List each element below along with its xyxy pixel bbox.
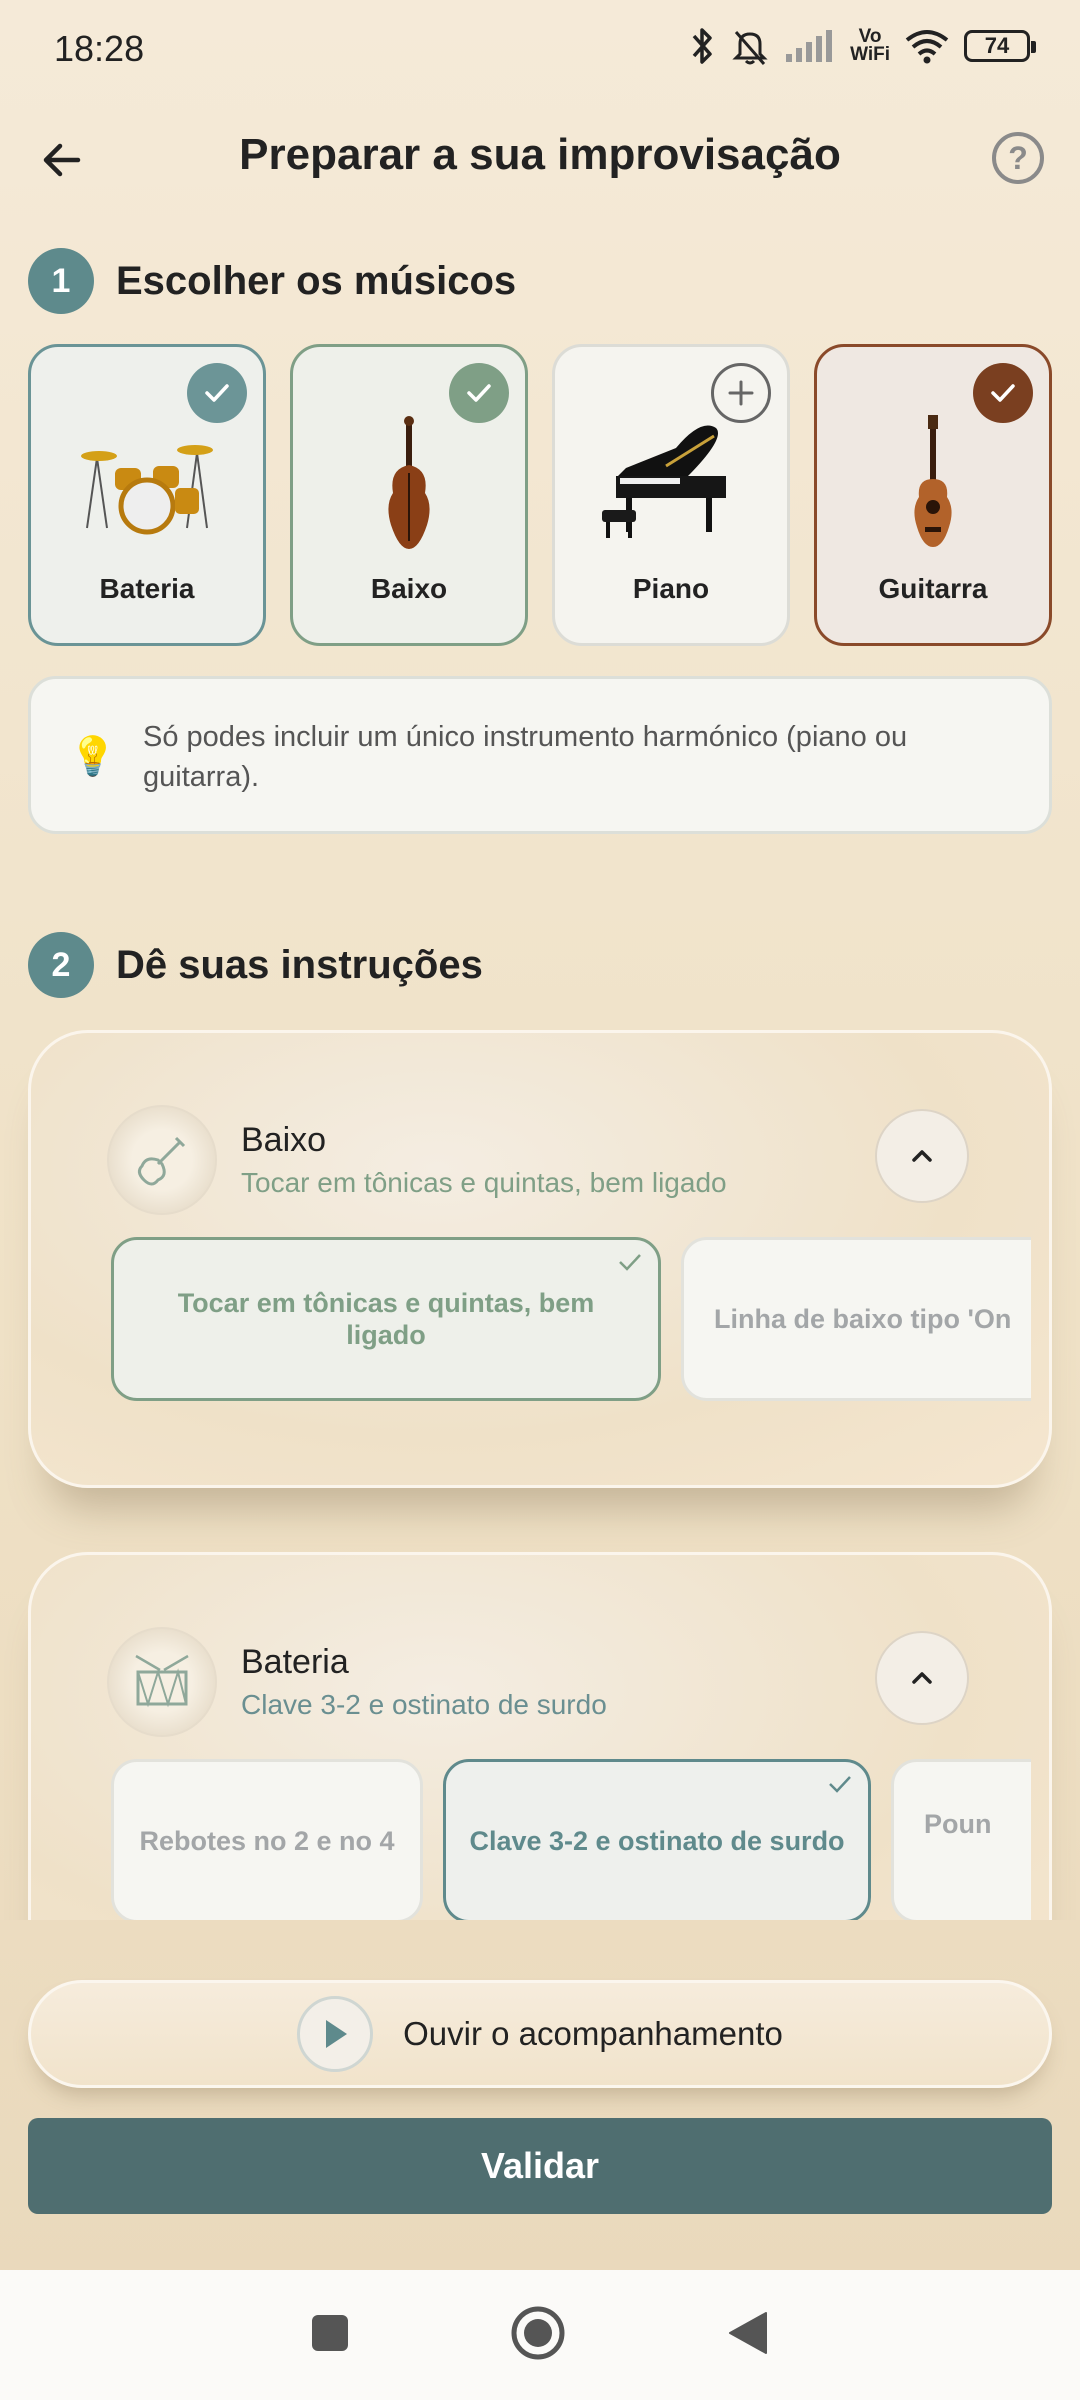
option-carousel[interactable]: Tocar em tônicas e quintas, bem ligado L…: [111, 1237, 1031, 1403]
instruction-panel-bateria: Bateria Clave 3-2 e ostinato de surdo Re…: [28, 1552, 1052, 1920]
bass-guitar-icon: [107, 1105, 217, 1215]
musician-card-baixo[interactable]: Baixo: [290, 344, 528, 646]
option-chip[interactable]: Rebotes no 2 e no 4: [111, 1759, 423, 1920]
instruction-panel-baixo: Baixo Tocar em tônicas e quintas, bem li…: [28, 1030, 1052, 1488]
signal-icon: [786, 30, 833, 62]
app-header: Preparar a sua improvisação ?: [0, 110, 1080, 206]
page-title: Preparar a sua improvisação: [239, 130, 841, 179]
option-chip[interactable]: Clave 3-2 e ostinato de surdo: [443, 1759, 871, 1920]
musician-label: Piano: [632, 573, 710, 604]
musician-picker: Bateria Baixo Piano Guitarra: [28, 344, 1052, 646]
info-text: Só podes incluir um único instrumento ha…: [143, 721, 908, 793]
recents-button[interactable]: [310, 2313, 350, 2358]
drum-icon: [107, 1627, 217, 1737]
section-1-title: Escolher os músicos: [116, 258, 517, 303]
collapse-button[interactable]: [875, 1109, 969, 1203]
option-label: Tocar em tônicas e quintas, bem ligado: [177, 1288, 595, 1350]
option-label: Linha de baixo tipo 'On: [714, 1304, 1012, 1334]
instructions-list[interactable]: Baixo Tocar em tônicas e quintas, bem li…: [0, 1020, 1080, 1920]
option-label: Poun: [924, 1809, 992, 1839]
help-icon: ?: [1008, 139, 1028, 176]
chevron-up-icon: [912, 1672, 932, 1684]
double-bass-image: [293, 413, 525, 553]
musician-card-piano[interactable]: Piano: [552, 344, 790, 646]
option-label: Rebotes no 2 e no 4: [139, 1826, 395, 1856]
lightbulb-icon: 💡: [69, 736, 117, 778]
guitar-image: [817, 413, 1049, 553]
instrument-subtitle: Tocar em tônicas e quintas, bem ligado: [241, 1167, 727, 1198]
section-2-header: 2 Dê suas instruções: [28, 932, 483, 998]
option-label: Clave 3-2 e ostinato de surdo: [469, 1826, 845, 1856]
bluetooth-icon: [692, 28, 712, 64]
status-bar: 18:28 Vo WiFi 74: [0, 0, 1080, 100]
option-chip[interactable]: Tocar em tônicas e quintas, bem ligado: [111, 1237, 661, 1401]
listen-label: Ouvir o acompanhamento: [403, 2015, 783, 2052]
home-circle-icon: [511, 2306, 565, 2359]
info-box: 💡 Só podes incluir um único instrumento …: [28, 676, 1052, 834]
vowifi-bottom: WiFi: [850, 44, 890, 65]
chevron-up-icon: [912, 1150, 932, 1162]
help-button[interactable]: ?: [992, 132, 1044, 184]
triangle-back-icon: [729, 2311, 767, 2354]
instrument-name: Baixo: [241, 1121, 327, 1159]
musician-label: Guitarra: [878, 573, 988, 604]
check-icon: [829, 1776, 851, 1793]
bell-off-icon: [732, 31, 768, 65]
option-chip[interactable]: Poun: [891, 1759, 1031, 1920]
musician-card-bateria[interactable]: Bateria: [28, 344, 266, 646]
status-time: 18:28: [54, 28, 145, 69]
option-carousel[interactable]: Rebotes no 2 e no 4 Clave 3-2 e ostinato…: [111, 1759, 1031, 1920]
square-icon: [312, 2314, 348, 2351]
system-nav-bar: [0, 2270, 1080, 2400]
drum-kit-image: [31, 413, 263, 553]
play-icon: [297, 1996, 374, 2072]
status-icons: Vo WiFi 74: [688, 26, 1036, 66]
musician-card-guitarra[interactable]: Guitarra: [814, 344, 1052, 646]
musician-label: Baixo: [370, 573, 448, 604]
grand-piano-image: [555, 413, 787, 553]
option-chip[interactable]: Linha de baixo tipo 'On: [681, 1237, 1031, 1401]
vowifi-indicator: Vo WiFi: [850, 27, 890, 65]
step-number-1: 1: [28, 248, 94, 314]
back-nav-button[interactable]: [726, 2309, 770, 2362]
battery-indicator: 74: [964, 30, 1036, 62]
wifi-icon: [905, 30, 949, 64]
step-number-2: 2: [28, 932, 94, 998]
collapse-button[interactable]: [875, 1631, 969, 1725]
home-button[interactable]: [510, 2305, 566, 2366]
instrument-name: Bateria: [241, 1643, 349, 1681]
listen-accompaniment-button[interactable]: Ouvir o acompanhamento: [28, 1980, 1052, 2088]
instrument-subtitle: Clave 3-2 e ostinato de surdo: [241, 1689, 607, 1720]
section-1-header: 1 Escolher os músicos: [28, 248, 516, 314]
musician-label: Bateria: [99, 573, 195, 604]
validate-button[interactable]: Validar: [28, 2118, 1052, 2214]
section-2-title: Dê suas instruções: [116, 942, 483, 987]
check-icon: [619, 1254, 641, 1271]
